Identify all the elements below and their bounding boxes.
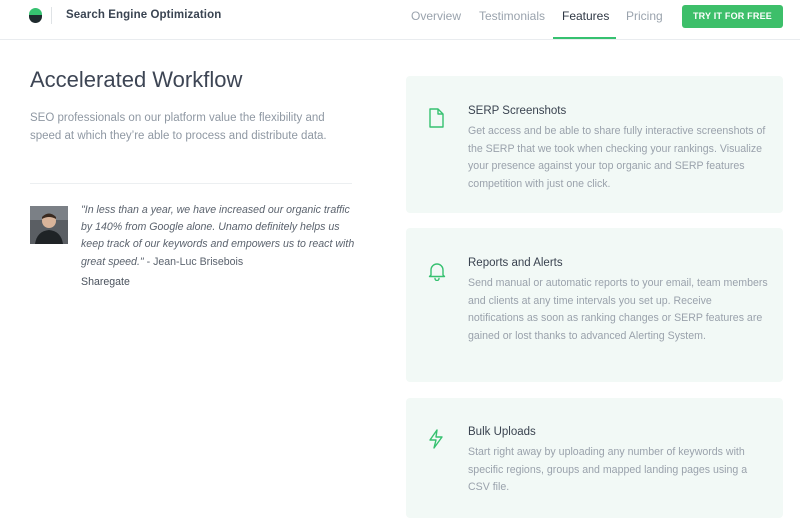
- feature-card-reports-alerts: Reports and Alerts Send manual or automa…: [406, 228, 783, 382]
- nav-item-pricing[interactable]: Pricing: [626, 9, 663, 23]
- feature-text: Get access and be able to share fully in…: [468, 125, 766, 190]
- testimonial-quote: "In less than a year, we have increased …: [81, 202, 356, 271]
- nav-item-features[interactable]: Features: [562, 9, 609, 23]
- testimonial-company: Sharegate: [81, 276, 130, 288]
- quote-author: - Jean-Luc Brisebois: [143, 255, 244, 268]
- logo-icon[interactable]: [29, 8, 42, 23]
- feature-card-bulk-uploads: Bulk Uploads Start right away by uploadi…: [406, 398, 783, 518]
- section-description: SEO professionals on our platform value …: [30, 112, 327, 142]
- nav-item-overview[interactable]: Overview: [411, 9, 461, 23]
- divider: [30, 183, 352, 184]
- feature-text: Start right away by uploading any number…: [468, 446, 748, 493]
- feature-card-serp-screenshots: SERP Screenshots Get access and be able …: [406, 76, 783, 213]
- lightning-icon: [428, 429, 444, 449]
- brand-title[interactable]: Search Engine Optimization: [66, 9, 221, 21]
- bell-icon: [428, 261, 446, 282]
- top-navigation-bar: Search Engine Optimization Overview Test…: [0, 0, 800, 40]
- try-it-free-button[interactable]: TRY IT FOR FREE: [682, 5, 783, 28]
- feature-title: Bulk Uploads: [468, 426, 536, 438]
- feature-text: Send manual or automatic reports to your…: [468, 277, 768, 342]
- avatar: [30, 206, 68, 244]
- section-title: Accelerated Workflow: [30, 67, 243, 92]
- feature-title: Reports and Alerts: [468, 257, 563, 269]
- brand-divider: [51, 7, 52, 24]
- file-icon: [428, 108, 444, 128]
- feature-title: SERP Screenshots: [468, 105, 567, 117]
- active-tab-indicator: [553, 37, 616, 39]
- nav-item-testimonials[interactable]: Testimonials: [479, 9, 545, 23]
